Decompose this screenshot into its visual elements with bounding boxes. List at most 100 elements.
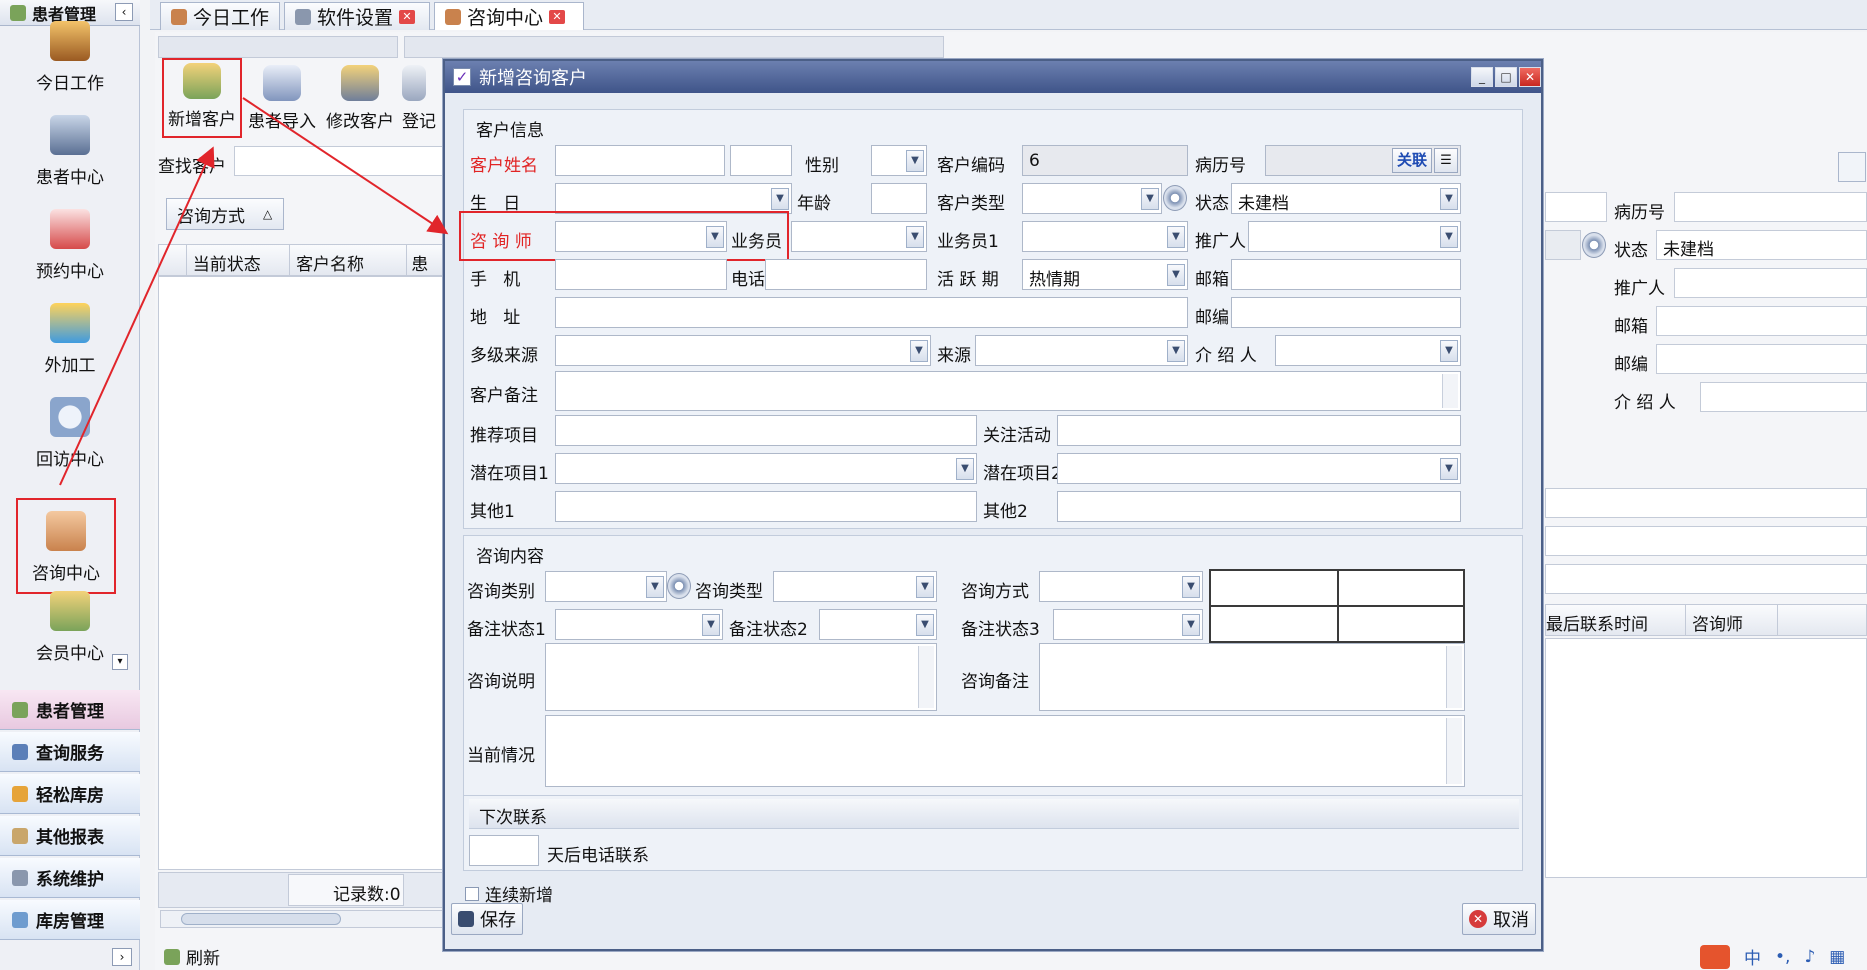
chevron-down-icon[interactable]: ▼	[1182, 614, 1200, 636]
chevron-down-icon[interactable]: ▼	[646, 576, 664, 598]
other2-input[interactable]	[1057, 491, 1461, 522]
consult-type-select[interactable]: ▼	[773, 571, 937, 602]
dialog-title-bar[interactable]: ✓ 新增咨询客户	[445, 61, 1541, 93]
ime-mode-label[interactable]: 中	[1744, 944, 1761, 969]
keyboard-icon[interactable]: ▦	[1829, 947, 1845, 967]
nav-appointment-center[interactable]: 预约中心	[0, 198, 140, 290]
latent-item2-select[interactable]: ▼	[1057, 453, 1461, 484]
scroll-down-button[interactable]: ▾	[112, 654, 128, 670]
column-header[interactable]: 最后联系时间	[1546, 605, 1686, 635]
settings-gear-icon[interactable]	[1163, 185, 1187, 211]
latent-item1-select[interactable]: ▼	[555, 453, 977, 484]
chevron-down-icon[interactable]: ▼	[1440, 340, 1458, 362]
edit-customer-button[interactable]: 修改客户	[322, 62, 398, 138]
minimize-button[interactable]: _	[1471, 67, 1493, 87]
microphone-icon[interactable]: ♪	[1804, 947, 1815, 967]
next-contact-days-input[interactable]	[469, 835, 539, 866]
tab-software-settings[interactable]: 软件设置 ✕	[284, 2, 430, 30]
chevron-down-icon[interactable]: ▼	[956, 458, 974, 480]
customer-name-extra-input[interactable]	[730, 145, 792, 176]
checkbox-icon[interactable]	[465, 886, 479, 901]
chevron-down-icon[interactable]: ▼	[1440, 226, 1458, 248]
nav-patient-center[interactable]: 患者中心	[0, 104, 140, 196]
consult-grid[interactable]	[1209, 569, 1465, 643]
multi-source-select[interactable]: ▼	[555, 335, 931, 366]
recommended-item-input[interactable]	[555, 415, 977, 446]
promoter-select[interactable]: ▼	[1248, 221, 1461, 252]
group-patient-management[interactable]: 患者管理	[0, 690, 140, 730]
column-header[interactable]: 咨询师	[1686, 605, 1778, 635]
chevron-down-icon[interactable]: ▼	[1440, 458, 1458, 480]
search-input[interactable]	[234, 146, 444, 176]
group-other-reports[interactable]: 其他报表	[0, 816, 140, 856]
customer-type-select[interactable]: ▼	[1022, 183, 1162, 214]
chevron-down-icon[interactable]: ▼	[706, 226, 724, 248]
focus-activity-input[interactable]	[1057, 415, 1461, 446]
chevron-down-icon[interactable]: ▼	[1167, 340, 1185, 362]
chevron-down-icon[interactable]: ▼	[771, 188, 789, 210]
chevron-down-icon[interactable]: ▼	[910, 340, 928, 362]
scrollbar[interactable]	[1442, 374, 1458, 408]
chevron-down-icon[interactable]: ▼	[1167, 226, 1185, 248]
chevron-down-icon[interactable]: ▼	[1167, 264, 1185, 286]
note-status2-select[interactable]: ▼	[819, 609, 937, 640]
chevron-down-icon[interactable]: ▼	[906, 226, 924, 248]
consult-method-select[interactable]: ▼	[1039, 571, 1203, 602]
add-user-icon[interactable]	[1838, 152, 1866, 182]
column-header[interactable]: 当前状态	[187, 245, 291, 275]
close-tab-icon[interactable]: ✕	[399, 9, 416, 24]
add-customer-button[interactable]: 新增客户	[162, 58, 242, 138]
mobile-input[interactable]	[555, 259, 727, 290]
birthday-picker[interactable]: ▼	[555, 183, 792, 214]
chevron-down-icon[interactable]: ▼	[916, 614, 934, 636]
salesman1-select[interactable]: ▼	[1022, 221, 1188, 252]
salesman-select[interactable]: ▼	[791, 221, 927, 252]
introducer-select[interactable]: ▼	[1275, 335, 1461, 366]
chevron-down-icon[interactable]: ▼	[1141, 188, 1159, 210]
column-header[interactable]: 客户名称	[290, 245, 408, 275]
group-by-consult-method[interactable]: 咨询方式 △	[166, 198, 284, 230]
group-query-service[interactable]: 查询服务	[0, 732, 140, 772]
import-patient-button[interactable]: 患者导入	[244, 62, 320, 138]
chevron-down-icon[interactable]: ▼	[1440, 188, 1458, 210]
consult-remark-textarea[interactable]	[1039, 643, 1465, 711]
other1-input[interactable]	[555, 491, 977, 522]
nav-followup-center[interactable]: 回访中心	[0, 386, 140, 478]
maximize-button[interactable]: □	[1495, 67, 1517, 87]
settings-gear-icon[interactable]	[667, 573, 691, 599]
current-situation-textarea[interactable]	[545, 715, 1465, 787]
register-button[interactable]: 登记	[402, 62, 442, 138]
address-input[interactable]	[555, 297, 1188, 328]
customer-code-input[interactable]: 6	[1022, 145, 1188, 176]
note-status1-select[interactable]: ▼	[555, 609, 723, 640]
save-button[interactable]: 保存	[451, 903, 523, 935]
chevron-down-icon[interactable]: ▼	[916, 576, 934, 598]
refresh-button[interactable]: 刷新	[164, 944, 220, 969]
consult-description-textarea[interactable]	[545, 643, 937, 711]
close-button[interactable]: ✕	[1519, 67, 1541, 87]
consultant-select[interactable]: ▼	[555, 221, 727, 252]
group-warehouse-management[interactable]: 库房管理	[0, 900, 140, 940]
nav-today-work[interactable]: 今日工作	[0, 10, 140, 102]
chevron-down-icon[interactable]: ▼	[906, 150, 924, 172]
horizontal-scrollbar[interactable]	[160, 910, 444, 928]
consult-category-select[interactable]: ▼	[545, 571, 667, 602]
gender-select[interactable]: ▼	[871, 145, 927, 176]
active-period-select[interactable]: 热情期 ▼	[1022, 259, 1188, 290]
email-input[interactable]	[1231, 259, 1461, 290]
customer-remark-textarea[interactable]	[555, 371, 1461, 411]
list-icon[interactable]: ☰	[1434, 148, 1458, 173]
sogou-ime-icon[interactable]	[1700, 944, 1730, 969]
close-tab-icon[interactable]: ✕	[549, 9, 566, 24]
expand-button[interactable]: ›	[112, 948, 132, 966]
chevron-down-icon[interactable]: ▼	[1182, 576, 1200, 598]
customer-name-input[interactable]	[555, 145, 725, 176]
record-no-input[interactable]: 关联 ☰	[1265, 145, 1461, 176]
source-select[interactable]: ▼	[975, 335, 1188, 366]
scrollbar[interactable]	[918, 646, 934, 708]
group-easy-warehouse[interactable]: 轻松库房	[0, 774, 140, 814]
group-system-maintenance[interactable]: 系统维护	[0, 858, 140, 898]
punctuation-icon[interactable]: •,	[1775, 947, 1790, 967]
chevron-down-icon[interactable]: ▼	[702, 614, 720, 636]
status-select[interactable]: 未建档 ▼	[1231, 183, 1461, 214]
